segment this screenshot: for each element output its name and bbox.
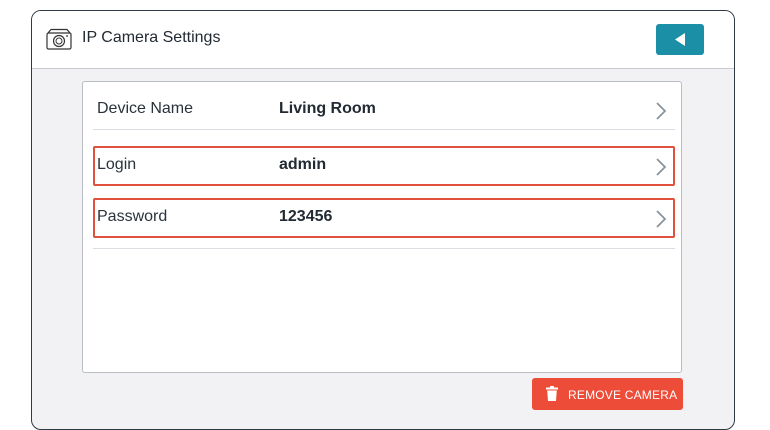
header-bar: IP Camera Settings	[32, 11, 734, 69]
remove-camera-button[interactable]: REMOVE CAMERA	[532, 378, 683, 410]
setting-value: admin	[279, 156, 327, 173]
settings-window: IP Camera Settings Device Name Living Ro…	[31, 10, 735, 430]
chevron-right-icon	[656, 158, 667, 176]
camera-icon	[46, 28, 72, 50]
back-arrow-icon	[675, 33, 685, 46]
setting-value: Living Room	[279, 100, 376, 117]
remove-camera-label: REMOVE CAMERA	[568, 388, 678, 402]
setting-value: 123456	[279, 208, 333, 225]
chevron-right-icon	[656, 210, 667, 228]
chevron-right-icon	[656, 102, 667, 120]
setting-label: Login	[97, 156, 137, 173]
setting-label: Device Name	[97, 100, 194, 117]
settings-list: Device Name Living Room Login admin Pass…	[82, 81, 682, 373]
setting-row-login[interactable]: Login admin	[93, 146, 675, 186]
page-title: IP Camera Settings	[82, 29, 221, 46]
list-divider	[93, 248, 675, 249]
setting-row-device-name[interactable]: Device Name Living Room	[93, 90, 675, 130]
trash-icon	[546, 386, 558, 401]
setting-label: Password	[97, 208, 168, 225]
back-button[interactable]	[656, 24, 704, 55]
setting-row-password[interactable]: Password 123456	[93, 198, 675, 238]
